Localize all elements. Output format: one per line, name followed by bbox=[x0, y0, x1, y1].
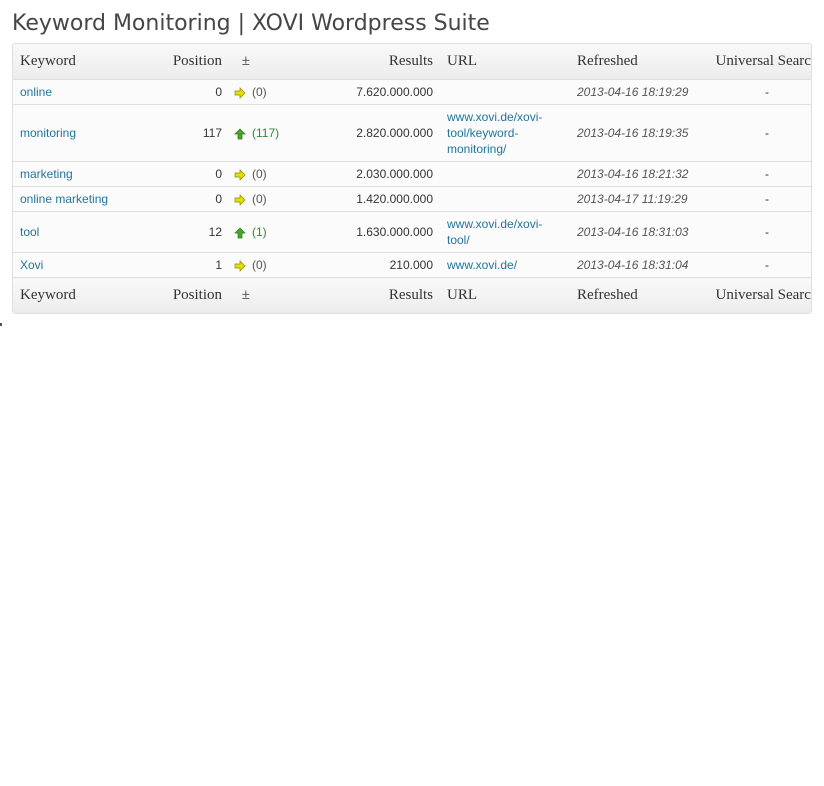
refreshed-date: 2013-04-17 11:19:29 bbox=[577, 192, 688, 206]
position-change: (1) bbox=[252, 225, 267, 239]
universal-search-value: - bbox=[705, 211, 811, 253]
arrow-right-icon bbox=[234, 193, 246, 206]
results-value: 210.000 bbox=[310, 252, 440, 278]
position-change: (0) bbox=[252, 192, 267, 206]
position-change: (0) bbox=[252, 258, 267, 272]
position-change: (0) bbox=[252, 85, 267, 99]
column-footer-results[interactable]: Results bbox=[310, 277, 440, 313]
arrow-right-icon bbox=[234, 168, 246, 181]
refreshed-date: 2013-04-16 18:31:04 bbox=[577, 258, 689, 272]
stray-mark bbox=[0, 323, 2, 326]
keyword-link[interactable]: Xovi bbox=[20, 258, 43, 272]
column-footer-position[interactable]: Position bbox=[140, 277, 229, 313]
position-value: 0 bbox=[140, 161, 229, 187]
results-value: 1.630.000.000 bbox=[310, 211, 440, 253]
arrow-right-icon bbox=[234, 86, 246, 99]
refreshed-date: 2013-04-16 18:31:03 bbox=[577, 225, 689, 239]
column-header-results[interactable]: Results bbox=[310, 44, 440, 80]
column-footer-refreshed[interactable]: Refreshed bbox=[570, 277, 705, 313]
keyword-table-container: Keyword Position ± Results URL Refreshed… bbox=[12, 43, 812, 314]
universal-search-value: - bbox=[705, 252, 811, 278]
column-header-diff-spacer bbox=[250, 44, 310, 80]
universal-search-value: - bbox=[705, 161, 811, 187]
position-value: 0 bbox=[140, 79, 229, 105]
refreshed-date: 2013-04-16 18:19:29 bbox=[577, 85, 689, 99]
universal-search-value: - bbox=[705, 79, 811, 105]
results-value: 2.820.000.000 bbox=[310, 104, 440, 162]
ranking-url-link[interactable]: www.xovi.de/xovi-tool/keyword-monitoring… bbox=[447, 109, 547, 157]
refreshed-date: 2013-04-16 18:21:32 bbox=[577, 167, 689, 181]
position-value: 0 bbox=[140, 186, 229, 212]
refreshed-date: 2013-04-16 18:19:35 bbox=[577, 126, 689, 140]
table-row: tool 12 (1) 1.630.000.000 www.xovi.de/xovi-t… bbox=[13, 211, 811, 253]
header-row: Keyword Position ± Results URL Refreshed… bbox=[13, 44, 811, 80]
column-header-refreshed[interactable]: Refreshed bbox=[570, 44, 705, 80]
results-value: 2.030.000.000 bbox=[310, 161, 440, 187]
keyword-link[interactable]: monitoring bbox=[20, 126, 76, 140]
position-value: 12 bbox=[140, 211, 229, 253]
column-footer-diff[interactable]: ± bbox=[229, 277, 250, 313]
column-header-keyword[interactable]: Keyword bbox=[13, 44, 140, 80]
keyword-link[interactable]: online marketing bbox=[20, 192, 108, 206]
column-header-universal-search[interactable]: Universal Search bbox=[705, 44, 811, 80]
position-change: (0) bbox=[252, 167, 267, 181]
arrow-up-icon bbox=[233, 227, 246, 239]
arrow-up-icon bbox=[233, 128, 246, 140]
column-footer-universal-search[interactable]: Universal Search bbox=[705, 277, 811, 313]
table-row: marketing 0 (0) 2.030.000.000 2013-04-16 18:… bbox=[13, 161, 811, 187]
table-header: Keyword Position ± Results URL Refreshed… bbox=[13, 44, 811, 80]
column-footer-diff-spacer bbox=[250, 277, 310, 313]
position-value: 117 bbox=[140, 104, 229, 162]
footer-row: Keyword Position ± Results URL Refreshed… bbox=[13, 277, 811, 313]
column-header-position[interactable]: Position bbox=[140, 44, 229, 80]
results-value: 1.420.000.000 bbox=[310, 186, 440, 212]
keyword-link[interactable]: tool bbox=[20, 225, 39, 239]
results-value: 7.620.000.000 bbox=[310, 79, 440, 105]
column-footer-url[interactable]: URL bbox=[440, 277, 570, 313]
universal-search-value: - bbox=[705, 104, 811, 162]
ranking-url-link[interactable]: www.xovi.de/xovi-tool/ bbox=[447, 216, 547, 248]
position-change: (117) bbox=[252, 126, 280, 140]
table-footer: Keyword Position ± Results URL Refreshed… bbox=[13, 277, 811, 313]
position-value: 1 bbox=[140, 252, 229, 278]
keyword-link[interactable]: marketing bbox=[20, 167, 73, 181]
universal-search-value: - bbox=[705, 186, 811, 212]
table-body: online 0 (0) 7.620.000.000 2013-04-16 18:19:… bbox=[13, 79, 811, 278]
table-row: Xovi 1 (0) 210.000 www.xovi.de/2013-04-16 18… bbox=[13, 252, 811, 278]
table-row: monitoring 117 (117) 2.820.000.000 www.xovi.… bbox=[13, 104, 811, 162]
page-title: Keyword Monitoring | XOVI Wordpress Suit… bbox=[12, 11, 490, 36]
table-row: online marketing 0 (0) 1.420.000.000 2013-04… bbox=[13, 186, 811, 212]
column-header-diff[interactable]: ± bbox=[229, 44, 250, 80]
ranking-url-link[interactable]: www.xovi.de/ bbox=[447, 257, 547, 273]
table-row: online 0 (0) 7.620.000.000 2013-04-16 18:19:… bbox=[13, 79, 811, 105]
column-header-url[interactable]: URL bbox=[440, 44, 570, 80]
arrow-right-icon bbox=[234, 259, 246, 272]
column-footer-keyword[interactable]: Keyword bbox=[13, 277, 140, 313]
keyword-table: Keyword Position ± Results URL Refreshed… bbox=[13, 44, 811, 313]
keyword-link[interactable]: online bbox=[20, 85, 52, 99]
